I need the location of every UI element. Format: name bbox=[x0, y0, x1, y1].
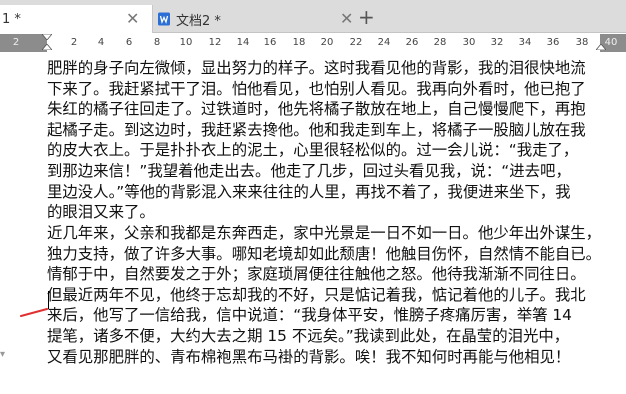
ruler-label: 24 bbox=[377, 37, 391, 48]
tab-bar: 1 * ✕ 文档2 * ✕ + bbox=[0, 0, 626, 33]
text-line: 近几年来，父亲和我都是东奔西走，家中光景是一日不如一日。他少年出外谋生， bbox=[47, 224, 602, 242]
text-line: 起橘子走。到这边时，我赶紧去搀他。他和我走到车上，将橘子一股脑儿放在我 bbox=[47, 120, 586, 139]
ruler-label: 16 bbox=[263, 37, 277, 48]
text-line: 的眼泪又来了。 bbox=[47, 203, 155, 222]
text-cursor bbox=[48, 291, 49, 309]
text-line: 肥胖的身子向左微倾，显出努力的样子。这时我看见他的背影，我的泪很快地流 bbox=[47, 59, 586, 77]
document-page[interactable]: 肥胖的身子向左微倾，显出努力的样子。这时我看见他的背影，我的泪很快地流 下来了。… bbox=[0, 53, 626, 394]
ruler-label: 28 bbox=[433, 37, 447, 48]
tab-document-1[interactable]: 1 * ✕ bbox=[0, 5, 153, 33]
ruler-label: 12 bbox=[208, 37, 222, 48]
right-indent-marker[interactable] bbox=[596, 44, 606, 50]
hanging-indent-marker[interactable] bbox=[42, 44, 52, 50]
paragraph-mark-icon: ▾ bbox=[0, 349, 6, 360]
first-line-indent-marker[interactable] bbox=[42, 34, 52, 40]
ruler-label: 18 bbox=[292, 37, 306, 48]
ruler-label: 36 bbox=[546, 37, 560, 48]
ruler-label: 34 bbox=[518, 37, 532, 48]
tab-document-2[interactable]: 文档2 * ✕ bbox=[154, 5, 354, 33]
ruler-label: 14 bbox=[236, 37, 250, 48]
ruler-label: 8 bbox=[153, 37, 161, 48]
ruler-label: 30 bbox=[462, 37, 476, 48]
text-line: 到那边来信！”我望着他走出去。他走了几步，回过头看见我，说：“进去吧， bbox=[47, 161, 571, 180]
horizontal-ruler[interactable]: 2 2 4 6 8 10 12 14 16 18 20 22 24 26 28 … bbox=[0, 34, 626, 52]
text-line: 下来了。我赶紧拭干了泪。怕他看见，也怕别人看见。我再向外看时，他已抱了 bbox=[47, 79, 586, 98]
ruler-label: 40 bbox=[604, 37, 618, 48]
ruler-label: 26 bbox=[405, 37, 419, 48]
text-line: 朱红的橘子往回走了。过铁道时，他先将橘子散放在地上，自己慢慢爬下，再抱 bbox=[47, 100, 586, 119]
text-line: 的皮大衣上。于是扑扑衣上的泥土，心里很轻松似的。过一会儿说：“我走了， bbox=[47, 141, 579, 160]
text-line: 独力支持，做了许多大事。哪知老境却如此颓唐！他触目伤怀，自然情不能自已。 bbox=[47, 244, 602, 263]
text-line: 来后，他写了一信给我，信中说道：“我身体平安，惟膀子疼痛厉害，举箸 14 bbox=[47, 306, 572, 325]
tab-label: 文档2 * bbox=[176, 13, 221, 29]
ruler-label: 38 bbox=[575, 37, 589, 48]
text-line: 情郁于中，自然要发之于外；家庭琐屑便往往触他之怒。他待我渐渐不同往日。 bbox=[47, 265, 586, 284]
word-document-icon bbox=[158, 12, 170, 26]
text-line: 里边没人。”等他的背影混入来来往往的人里，再找不着了，我便进来坐下，我 bbox=[47, 182, 571, 201]
ruler-label: 6 bbox=[125, 37, 133, 48]
ruler-label: 2 bbox=[70, 37, 78, 48]
tab-close-icon[interactable]: ✕ bbox=[126, 11, 139, 27]
ruler-label: 22 bbox=[349, 37, 363, 48]
ruler-label: 4 bbox=[97, 37, 105, 48]
text-line: 但最近两年不见，他终于忘却我的不好，只是惦记着我，惦记着他的儿子。我北 bbox=[47, 285, 586, 304]
red-ink-stroke bbox=[20, 308, 48, 317]
text-line: 又看见那肥胖的、青布棉袍黑布马褂的背影。唉！我不知何时再能与他相见！ bbox=[47, 347, 571, 366]
ruler-label: 10 bbox=[179, 37, 193, 48]
paragraph-1[interactable]: 肥胖的身子向左微倾，显出努力的样子。这时我看见他的背影，我的泪很快地流 下来了。… bbox=[47, 58, 607, 223]
ruler-label: 20 bbox=[320, 37, 334, 48]
ruler-label: 32 bbox=[490, 37, 504, 48]
text-line: 提笔，诸多不便，大约大去之期 15 不远矣。”我读到此处，在晶莹的泪光中， bbox=[47, 326, 570, 345]
tab-label: 1 * bbox=[2, 11, 21, 27]
ruler-label: 2 bbox=[12, 37, 20, 48]
tab-close-icon[interactable]: ✕ bbox=[340, 11, 353, 27]
paragraph-2[interactable]: 近几年来，父亲和我都是东奔西走，家中光景是一日不如一日。他少年出外谋生， 独力支… bbox=[47, 223, 607, 367]
new-tab-icon[interactable]: + bbox=[358, 7, 375, 27]
